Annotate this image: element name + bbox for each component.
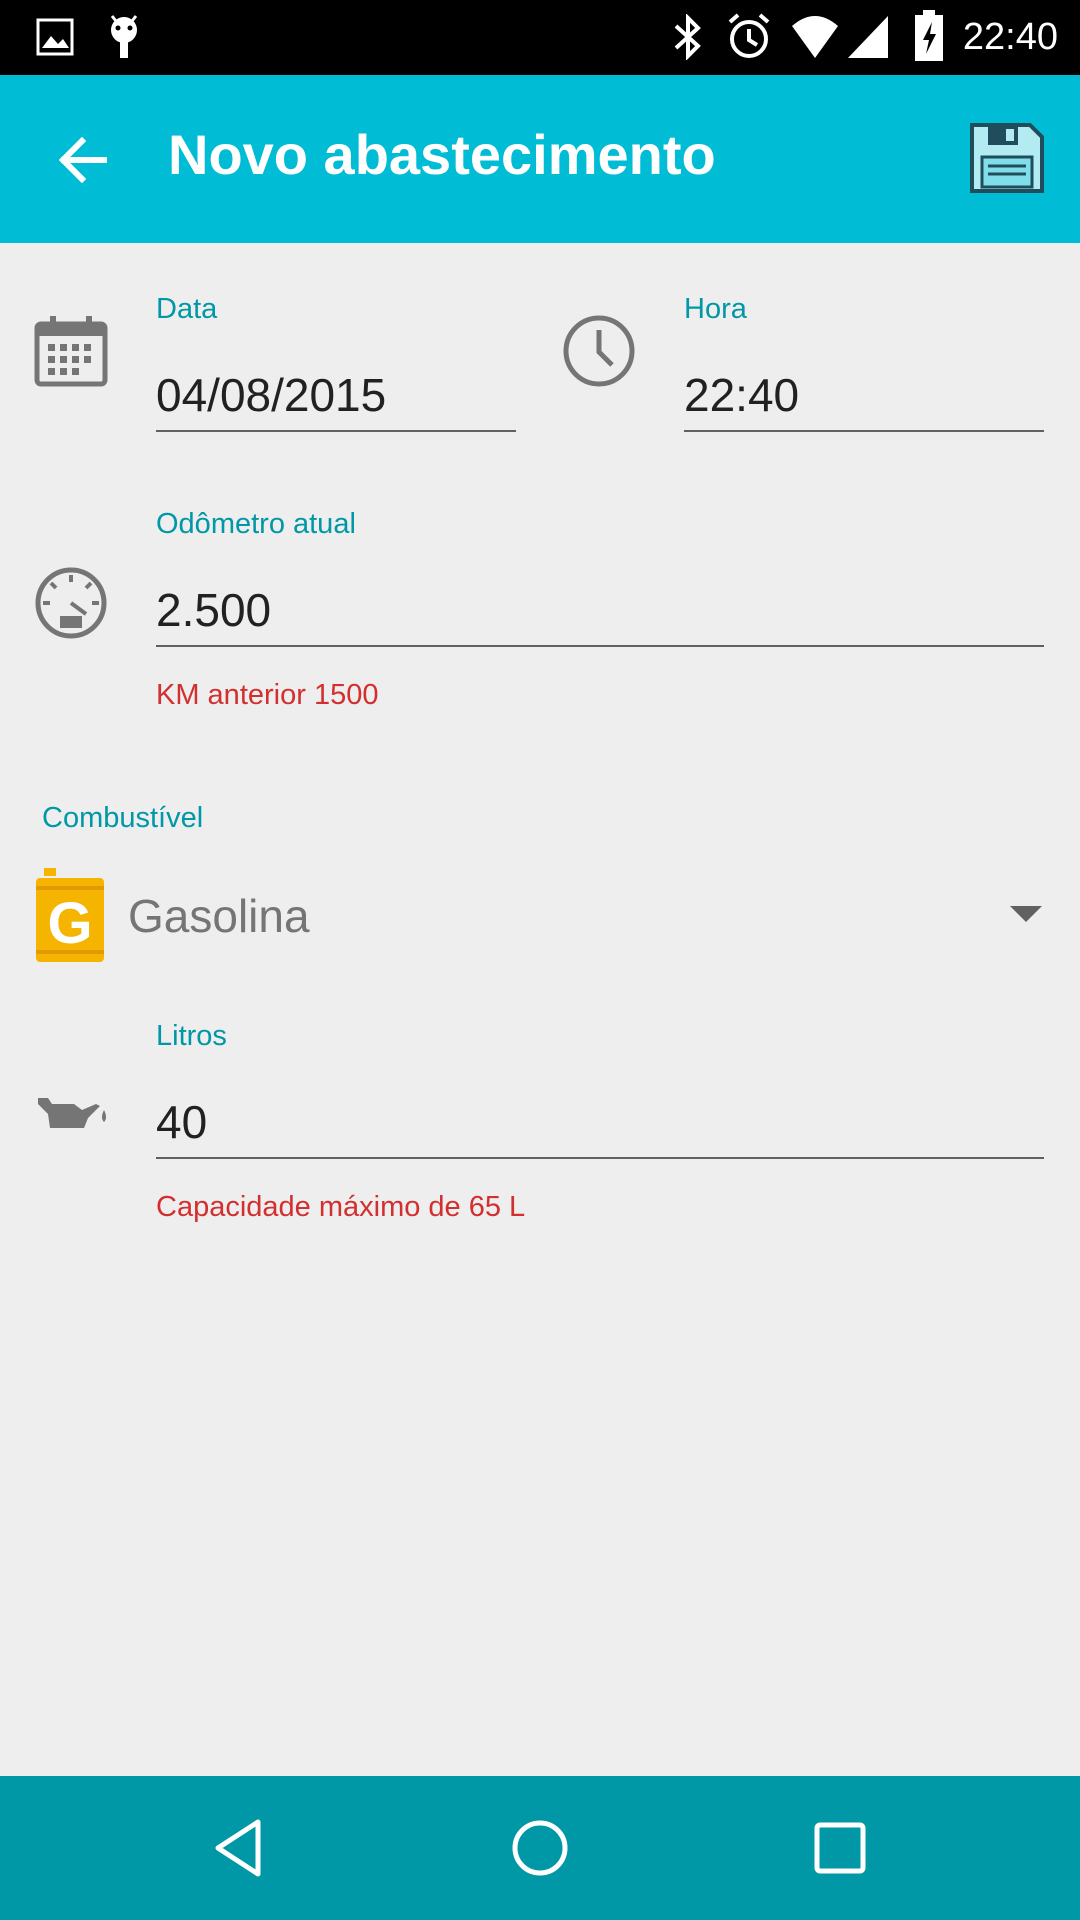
odometer-helper-text: KM anterior 1500 <box>156 679 379 711</box>
signal-icon <box>848 16 888 58</box>
oil-can-icon <box>38 1098 106 1128</box>
battery-charging-icon <box>915 10 943 61</box>
time-label: Hora <box>684 293 747 325</box>
odometer-field[interactable]: 2.500 <box>156 582 271 638</box>
clock-icon <box>563 315 635 387</box>
home-circle-icon[interactable] <box>504 1812 576 1884</box>
chevron-down-icon <box>1010 906 1042 922</box>
alarm-icon <box>728 13 770 58</box>
odometer-underline <box>156 645 1044 647</box>
page-title: Novo abastecimento <box>168 123 716 186</box>
speedometer-icon <box>35 567 107 639</box>
gasoline-can-icon: G <box>36 868 104 962</box>
calendar-icon <box>34 316 108 387</box>
status-bar: 22:40 <box>0 0 1080 75</box>
time-field[interactable]: 22:40 <box>684 367 799 423</box>
fuel-value: Gasolina <box>128 890 310 942</box>
image-icon <box>36 18 74 56</box>
fuel-dropdown[interactable]: G Gasolina <box>0 860 1080 970</box>
bluetooth-icon <box>674 14 701 60</box>
navigation-bar <box>0 1776 1080 1920</box>
time-underline <box>684 430 1044 432</box>
svg-text:G: G <box>47 891 92 956</box>
wifi-icon <box>792 16 838 58</box>
odometer-label: Odômetro atual <box>156 508 356 540</box>
date-underline <box>156 430 516 432</box>
liters-label: Litros <box>156 1020 227 1052</box>
recents-square-icon[interactable] <box>804 1812 876 1884</box>
floppy-disk-icon[interactable] <box>968 119 1046 197</box>
arrow-back-icon[interactable] <box>50 125 120 195</box>
android-icon <box>110 15 138 58</box>
liters-underline <box>156 1157 1044 1159</box>
app-bar: Novo abastecimento <box>0 75 1080 243</box>
back-triangle-icon[interactable] <box>204 1812 276 1884</box>
status-time: 22:40 <box>962 16 1058 58</box>
date-field[interactable]: 04/08/2015 <box>156 367 386 423</box>
fuel-label: Combustível <box>42 802 204 834</box>
liters-helper-text: Capacidade máximo de 65 L <box>156 1191 526 1223</box>
date-label: Data <box>156 293 218 325</box>
liters-field[interactable]: 40 <box>156 1094 207 1150</box>
